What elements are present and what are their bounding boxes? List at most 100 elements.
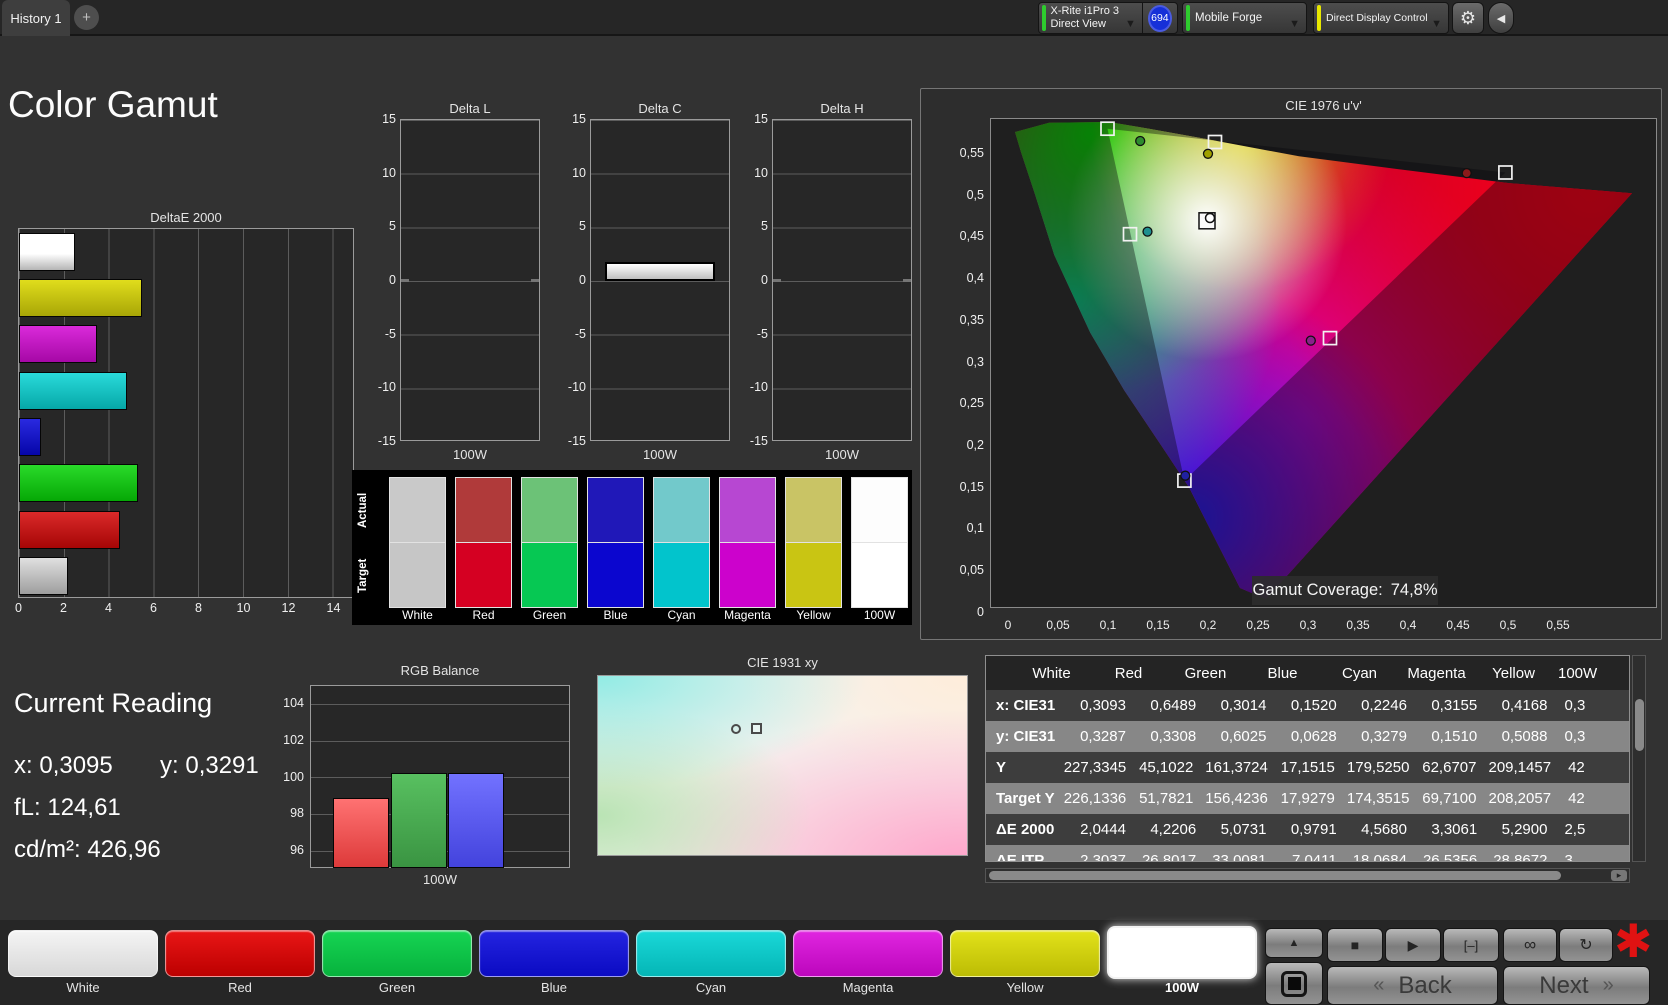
axis-tick: 0,3 xyxy=(1299,618,1317,632)
axis-tick: -10 xyxy=(377,380,396,395)
delta-h-title: Delta H xyxy=(820,101,864,116)
rgb-balance-title: RGB Balance xyxy=(400,663,480,678)
table-row[interactable]: Target Y 226,1336 51,7821 156,4236 17,92… xyxy=(986,783,1629,814)
axis-tick: 0,55 xyxy=(959,146,984,160)
meter-selector[interactable]: X-Rite i1Pro 3 Direct View ▼ 694 xyxy=(1038,2,1178,34)
axis-tick: 5 xyxy=(761,219,768,234)
axis-tick: -5 xyxy=(756,326,768,341)
table-row[interactable]: ΔE ITP 2,3037 26,8017 33,0081 7,0411 18,… xyxy=(986,845,1629,861)
swatch-cyan xyxy=(653,477,710,608)
play-icon: ▶ xyxy=(1407,936,1419,953)
axis-tick: 0 xyxy=(1004,618,1012,632)
arrow-right-icon: ▸ xyxy=(1616,870,1622,880)
pattern-button-red[interactable] xyxy=(165,930,315,977)
scroll-right-button[interactable]: ▸ xyxy=(1611,870,1627,881)
swatch-yellow xyxy=(785,477,842,608)
delta-l-title: Delta L xyxy=(449,101,491,116)
pattern-button-100w[interactable] xyxy=(1107,926,1257,979)
table-row[interactable]: y: CIE31 0,3287 0,3308 0,6025 0,0628 0,3… xyxy=(986,721,1629,752)
axis-tick: 15 xyxy=(382,112,396,126)
axis-tick: 0,35 xyxy=(1346,618,1370,632)
table-row[interactable]: Y 227,3345 45,1022 161,3724 17,1515 179,… xyxy=(986,752,1629,783)
table-column-header: Red xyxy=(1114,664,1143,682)
chevron-down-icon[interactable]: ▼ xyxy=(1289,18,1300,33)
play-button[interactable]: ▶ xyxy=(1385,928,1441,962)
meter-status-strip xyxy=(1042,5,1046,31)
swatch-blue xyxy=(587,477,644,608)
chevron-down-icon[interactable]: ▼ xyxy=(1125,18,1136,33)
calman-window: History 1 + X-Rite i1Pro 3 Direct View ▼ … xyxy=(0,0,1668,1005)
delta-c-y-axis: 15 10 5 0 -5 -10 -15 xyxy=(544,111,586,449)
pattern-label: White xyxy=(66,980,100,995)
swatch-label: Yellow xyxy=(796,608,831,622)
pattern-button-magenta[interactable] xyxy=(793,930,943,977)
pattern-button-cyan[interactable] xyxy=(636,930,786,977)
axis-tick: 0,1 xyxy=(966,521,984,536)
display-control-selector[interactable]: Direct Display Control ▼ xyxy=(1313,2,1449,34)
cie1976-gamut-svg xyxy=(1015,121,1632,599)
actual-row-label: Actual xyxy=(357,492,369,528)
continuous-measure-button[interactable]: ∞ xyxy=(1503,928,1557,962)
table-row[interactable]: ΔE 2000 2,0444 4,2206 5,0731 0,9791 4,56… xyxy=(986,814,1629,845)
swatch-red xyxy=(455,477,512,608)
collapse-toolbar-button[interactable]: ◀ xyxy=(1488,2,1514,34)
axis-tick: 0,45 xyxy=(1446,618,1470,632)
divider xyxy=(1141,3,1143,33)
pattern-button-yellow[interactable] xyxy=(950,930,1100,977)
pattern-window-button[interactable] xyxy=(1265,962,1323,1005)
next-label: Next xyxy=(1539,971,1589,999)
reading-fl: fL: 124,61 xyxy=(14,794,121,821)
pattern-button-white[interactable] xyxy=(8,930,158,977)
add-tab-button[interactable]: + xyxy=(74,5,99,30)
rgb-bar-red xyxy=(333,798,389,868)
table-vertical-scrollbar[interactable] xyxy=(1632,655,1646,862)
swatch-white xyxy=(389,477,446,608)
axis-tick: 0,15 xyxy=(959,479,984,494)
table-row[interactable]: x: CIE31 0,3093 0,6489 0,3014 0,1520 0,2… xyxy=(986,690,1629,721)
meter-count-badge[interactable]: 694 xyxy=(1147,4,1172,32)
source-name: Mobile Forge xyxy=(1195,11,1263,24)
stop-button[interactable]: ■ xyxy=(1327,928,1383,962)
next-button[interactable]: Next » xyxy=(1503,966,1650,1005)
cie1976-y-axis: 0,55 0,5 0,45 0,4 0,35 0,3 0,25 0,2 0,15 0,1 0,05 0 xyxy=(934,145,984,620)
pattern-window-up-button[interactable]: ▲ xyxy=(1265,928,1323,958)
deltae-bar-green xyxy=(19,464,138,502)
source-status-strip xyxy=(1186,5,1190,31)
chevron-down-icon[interactable]: ▼ xyxy=(1431,18,1442,33)
infinity-icon: ∞ xyxy=(1523,935,1537,954)
cie1976-diagram xyxy=(990,118,1657,608)
pattern-source-selector[interactable]: Mobile Forge ▼ xyxy=(1182,2,1307,34)
pattern-button-blue[interactable] xyxy=(479,930,629,977)
cie1976-title: CIE 1976 u'v' xyxy=(1285,98,1362,113)
table-horizontal-scrollbar[interactable]: ▸ xyxy=(985,868,1630,883)
delta-l-x-label: 100W xyxy=(453,447,487,462)
horizontal-scroll-thumb[interactable] xyxy=(989,871,1561,880)
back-button[interactable]: « Back xyxy=(1327,966,1498,1005)
reading-x: x: 0,3095 xyxy=(14,752,113,779)
axis-tick: 98 xyxy=(290,806,304,821)
pattern-label: Green xyxy=(378,980,416,995)
stop-icon: ■ xyxy=(1350,937,1360,953)
display-control-name: Direct Display Control xyxy=(1326,11,1428,24)
pattern-button-green[interactable] xyxy=(322,930,472,977)
pattern-label: Yellow xyxy=(1006,980,1044,995)
axis-tick: 0,15 xyxy=(1146,618,1170,632)
deltae-bar-white xyxy=(19,233,75,271)
settings-button[interactable]: ⚙ xyxy=(1452,2,1484,34)
actual-target-swatches: Actual Target White Red Green Blue Cyan … xyxy=(352,470,912,625)
deltae-bar-100w xyxy=(19,557,68,595)
rgb-balance-y-axis: 104 102 100 98 96 xyxy=(262,695,304,858)
axis-tick: 102 xyxy=(283,732,304,747)
vertical-scroll-thumb[interactable] xyxy=(1635,699,1644,751)
cie1931-target-marker xyxy=(751,723,762,734)
table-column-header: Magenta xyxy=(1407,664,1466,682)
loop-button[interactable]: ↻ xyxy=(1559,928,1613,962)
axis-tick: 8 xyxy=(195,601,202,615)
swatch-label: White xyxy=(402,608,433,622)
tab-history-1[interactable]: History 1 xyxy=(2,0,70,36)
axis-tick: 4 xyxy=(105,601,112,615)
measure-series-button[interactable]: [–] xyxy=(1443,928,1499,962)
axis-tick: 5 xyxy=(579,219,586,234)
axis-tick: 0,1 xyxy=(1099,618,1117,632)
gamut-coverage-label: Gamut Coverage: xyxy=(1252,581,1383,599)
